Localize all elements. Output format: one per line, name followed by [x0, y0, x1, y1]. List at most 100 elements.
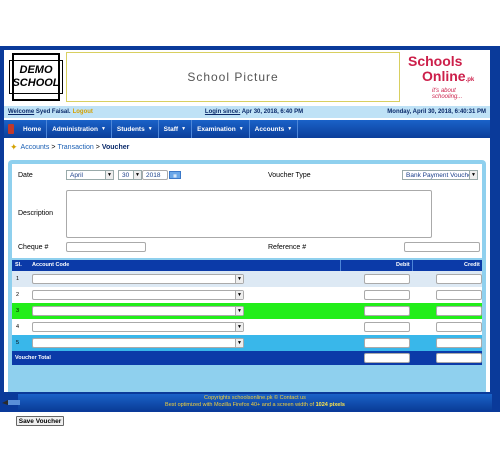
total-debit-field: [364, 353, 410, 363]
school-picture: School Picture: [66, 52, 400, 102]
logout-link[interactable]: Logout: [73, 109, 93, 115]
cheque-label: Cheque #: [18, 244, 49, 251]
breadcrumb-separator: >: [95, 143, 100, 151]
day-select[interactable]: 30 ▼: [118, 170, 142, 180]
header-debit: Debit: [396, 262, 410, 268]
date-label: Date: [18, 172, 33, 179]
chevron-down-icon: ▼: [235, 323, 243, 331]
table-row: 3 ▼: [12, 303, 482, 319]
account-code-select[interactable]: ▼: [32, 306, 244, 316]
nav-staff[interactable]: Staff ▼: [159, 120, 193, 138]
credit-input[interactable]: [436, 306, 482, 316]
caret-down-icon: ▼: [147, 126, 153, 132]
header-credit: Credit: [464, 262, 480, 268]
nav-home-label: Home: [23, 125, 42, 133]
row-sl-cell: [12, 335, 28, 351]
reference-field[interactable]: [404, 242, 480, 252]
header-account: Account Code: [32, 262, 70, 268]
row-sl-cell: [12, 303, 28, 319]
breadcrumb-accounts[interactable]: Accounts: [21, 144, 50, 151]
breadcrumb: ✦ Accounts > Transaction > Voucher: [4, 140, 490, 154]
credit-input[interactable]: [436, 338, 482, 348]
row-sl-cell: [12, 271, 28, 287]
credit-input[interactable]: [436, 322, 482, 332]
description-field[interactable]: [66, 190, 432, 238]
brand-line2-text: Online: [422, 68, 466, 84]
year-value: 2018: [146, 171, 161, 179]
column-divider: [412, 260, 413, 271]
brand-suffix: .pk: [465, 77, 475, 83]
footer-note: Best optimized with Mozilla Firefox 40+ …: [18, 402, 492, 409]
brand-logo[interactable]: Schools Online.pk it's about schooling..…: [408, 53, 486, 101]
nav-home[interactable]: Home: [18, 120, 48, 138]
school-logo[interactable]: DEMO SCHOOL: [9, 53, 63, 101]
nav-administration[interactable]: Administration ▼: [47, 120, 112, 138]
debit-input[interactable]: [364, 274, 410, 284]
header-sl: Sl.: [15, 262, 22, 268]
nav-staff-label: Staff: [163, 125, 179, 133]
chevron-down-icon: ▼: [469, 171, 477, 179]
month-value: April: [70, 171, 84, 179]
login-since: Login since: Apr 30, 2018, 6:40 PM: [205, 109, 303, 115]
status-bar: Welcome Syed Faisal. Logout Login since:…: [4, 106, 490, 118]
row-number: 5: [16, 340, 20, 346]
star-icon: ✦: [10, 141, 18, 152]
description-label: Description: [18, 210, 54, 217]
account-code-select[interactable]: ▼: [32, 274, 244, 284]
account-code-select[interactable]: ▼: [32, 338, 244, 348]
table-row: 2 ▼: [12, 287, 482, 303]
table-row: 5 ▼: [12, 335, 482, 351]
debit-input[interactable]: [364, 306, 410, 316]
debit-input[interactable]: [364, 322, 410, 332]
month-select[interactable]: April ▼: [66, 170, 114, 180]
footer-note-text: Best optimized with Mozilla Firefox 40+ …: [165, 402, 315, 408]
welcome-label: Welcome: [8, 109, 35, 115]
voucher-type-select[interactable]: Bank Payment Voucher ▼: [402, 170, 478, 180]
brand-line1: Schools: [408, 53, 463, 69]
voucher-panel: Date April ▼ 30 ▼ 2018 ▦ Voucher Type Ba…: [8, 160, 486, 426]
cheque-field[interactable]: [66, 242, 146, 252]
nav-students[interactable]: Students ▼: [112, 120, 159, 138]
chevron-down-icon: ▼: [235, 307, 243, 315]
row-number: 2: [16, 292, 20, 298]
logo-line2: SCHOOL: [12, 77, 60, 89]
column-divider: [340, 260, 341, 271]
calendar-icon[interactable]: ▦: [169, 171, 181, 179]
breadcrumb-transaction[interactable]: Transaction: [57, 144, 93, 151]
caret-down-icon: ▼: [100, 126, 106, 132]
voucher-form: Date April ▼ 30 ▼ 2018 ▦ Voucher Type Ba…: [12, 164, 482, 258]
nav-examination-label: Examination: [197, 125, 236, 133]
current-datetime: Monday, April 30, 2018, 6:40:31 PM: [387, 109, 486, 115]
nav-students-label: Students: [116, 125, 145, 133]
credit-input[interactable]: [436, 290, 482, 300]
voucher-type-label: Voucher Type: [268, 172, 311, 179]
row-number: 4: [16, 324, 20, 330]
chevron-down-icon: ▼: [235, 291, 243, 299]
row-sl-cell: [12, 319, 28, 335]
credit-input[interactable]: [436, 274, 482, 284]
caret-down-icon: ▼: [238, 126, 244, 132]
breadcrumb-separator: >: [51, 143, 56, 151]
debit-input[interactable]: [364, 338, 410, 348]
total-credit-field: [436, 353, 482, 363]
year-field[interactable]: 2018: [142, 170, 168, 180]
brand-tagline: it's about schooling...: [432, 88, 463, 100]
welcome-text: Welcome Syed Faisal.: [8, 109, 71, 115]
nav-administration-label: Administration: [52, 125, 98, 133]
nav-examination[interactable]: Examination ▼: [192, 120, 250, 138]
pin-icon: [8, 124, 14, 134]
nav-accounts[interactable]: Accounts ▼: [250, 120, 299, 138]
account-code-select[interactable]: ▼: [32, 290, 244, 300]
footer-note-strong: 1024 pixels: [315, 402, 345, 408]
save-voucher-button[interactable]: Save Voucher: [16, 416, 64, 426]
login-since-value: Apr 30, 2018, 6:40 PM: [241, 109, 304, 115]
login-since-label: Login since:: [204, 109, 241, 115]
voucher-total-row: Voucher Total: [12, 351, 482, 365]
brand-line2: Online.pk: [408, 69, 486, 88]
caret-down-icon: ▼: [181, 126, 187, 132]
account-code-select[interactable]: ▼: [32, 322, 244, 332]
footer: Copyrights schoolsonline.pk © Contact us…: [0, 392, 500, 412]
logo-frame: DEMO SCHOOL: [9, 60, 63, 94]
debit-input[interactable]: [364, 290, 410, 300]
voucher-type-value: Bank Payment Voucher: [406, 171, 474, 179]
